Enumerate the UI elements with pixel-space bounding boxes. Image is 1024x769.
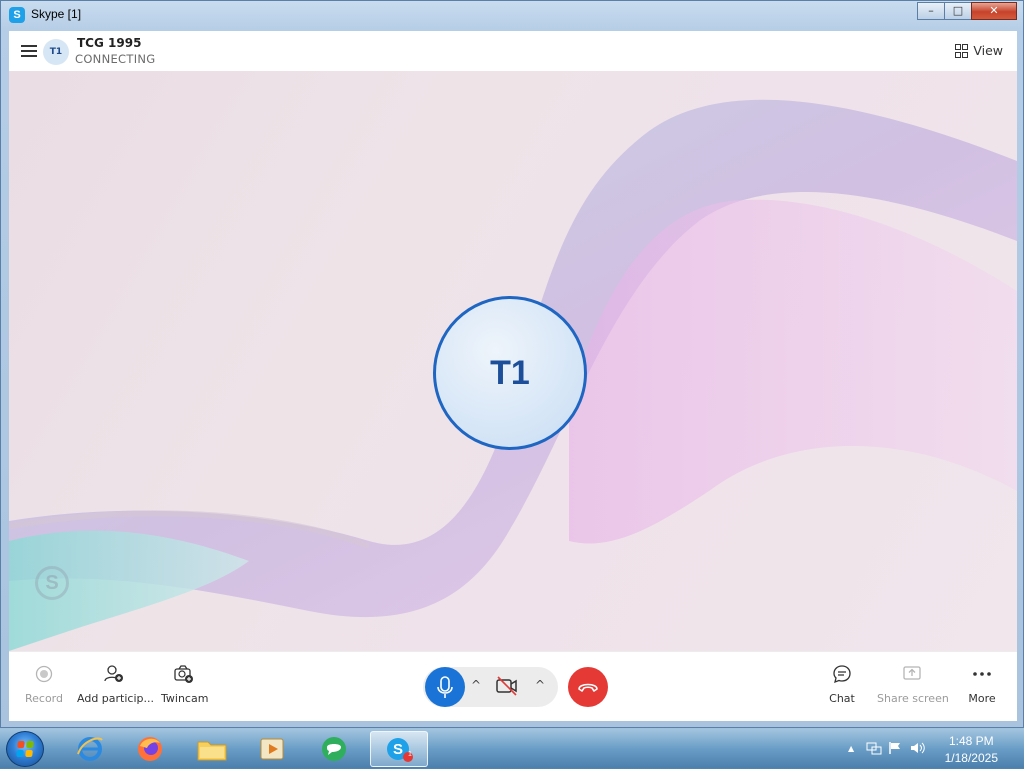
end-call-button[interactable] [568, 667, 608, 707]
taskbar-file-explorer[interactable] [186, 731, 238, 767]
grid-icon [955, 43, 969, 58]
twincam-label: Twincam [161, 692, 209, 705]
add-person-icon [77, 660, 151, 688]
taskbar: S 1 ▲ 1:48 PM 1/18/2025 [0, 728, 1024, 769]
title-bar[interactable]: S Skype [1] – □ ✕ [1, 1, 1023, 29]
hamburger-menu-icon[interactable] [21, 43, 37, 59]
mic-options-caret[interactable]: ^ [471, 678, 481, 692]
hang-up-icon [578, 683, 598, 692]
video-options-caret[interactable]: ^ [535, 678, 545, 692]
call-status: CONNECTING [75, 52, 156, 66]
video-off-button[interactable] [495, 674, 519, 698]
share-screen-button[interactable]: Share screen [877, 660, 949, 705]
media-player-icon [260, 738, 284, 760]
messenger-icon [322, 737, 346, 761]
taskbar-skype[interactable]: S 1 [370, 731, 428, 767]
video-off-icon [496, 676, 517, 696]
firefox-icon [138, 737, 162, 761]
volume-icon[interactable] [910, 741, 926, 758]
skype-notification-badge: 1 [408, 751, 412, 758]
contact-name[interactable]: TCG 1995 [77, 36, 141, 50]
add-participants-button[interactable]: Add particip... [77, 660, 154, 705]
clock-time: 1:48 PM [948, 734, 994, 748]
chat-bubble-icon [824, 660, 860, 688]
add-participants-label: Add particip... [77, 692, 154, 705]
chat-button[interactable]: Chat [824, 660, 860, 705]
window-title: Skype [1] [31, 7, 82, 21]
maximize-button[interactable]: □ [944, 2, 972, 20]
show-hidden-icons-button[interactable]: ▲ [848, 744, 854, 753]
share-screen-label: Share screen [877, 692, 949, 705]
skype-watermark-icon: S [35, 566, 69, 600]
record-icon [24, 660, 64, 688]
share-screen-icon [877, 660, 947, 688]
contact-avatar[interactable]: T1 [43, 39, 69, 65]
taskbar-internet-explorer[interactable] [64, 731, 116, 767]
call-controls: Record Add particip... Twincam ^ ^ Chat … [9, 651, 1017, 721]
call-stage: S T1 [9, 71, 1017, 651]
windows-logo-icon [16, 741, 34, 757]
chat-label: Chat [829, 692, 855, 705]
more-button[interactable]: More [964, 660, 1000, 705]
taskbar-media-player[interactable] [246, 731, 298, 767]
minimize-button[interactable]: – [917, 2, 945, 20]
twincam-button[interactable]: Twincam [161, 660, 209, 705]
taskbar-firefox[interactable] [124, 731, 176, 767]
more-dots-icon [964, 660, 1000, 688]
view-button[interactable]: View [955, 43, 1003, 58]
skype-window: S Skype [1] – □ ✕ T1 TCG 1995 CONNECTING… [0, 0, 1024, 728]
clock-date: 1/18/2025 [944, 751, 998, 765]
network-icon[interactable] [866, 741, 882, 758]
call-client-area: T1 TCG 1995 CONNECTING View S T1 Record … [9, 31, 1017, 721]
clock[interactable]: 1:48 PM 1/18/2025 [945, 733, 998, 767]
skype-icon: S [387, 738, 413, 762]
close-button[interactable]: ✕ [971, 2, 1017, 20]
record-label: Record [24, 692, 63, 705]
view-label: View [973, 43, 1003, 58]
more-label: More [968, 692, 996, 705]
microphone-button[interactable] [425, 667, 465, 707]
taskbar-messenger[interactable] [308, 731, 360, 767]
internet-explorer-icon [77, 737, 103, 761]
action-center-flag-icon[interactable] [888, 741, 902, 758]
microphone-icon [437, 676, 453, 698]
svg-text:S: S [393, 741, 403, 758]
system-tray: ▲ 1:48 PM 1/18/2025 [844, 729, 1024, 769]
folder-icon [197, 741, 227, 761]
record-button[interactable]: Record [24, 660, 64, 705]
start-button[interactable] [6, 731, 44, 767]
camera-plus-icon [161, 660, 207, 688]
participant-avatar: T1 [433, 296, 587, 450]
call-header: T1 TCG 1995 CONNECTING View [9, 31, 1017, 72]
skype-app-icon: S [9, 7, 25, 23]
